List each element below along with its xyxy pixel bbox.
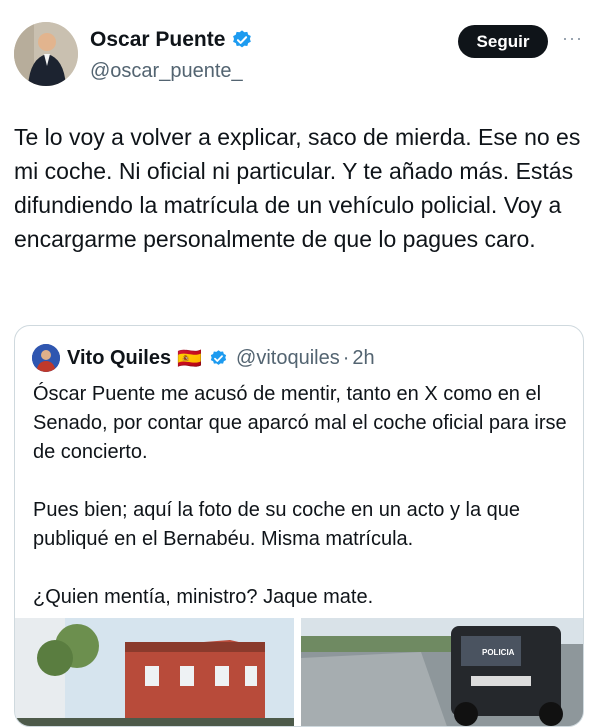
quoted-author-handle[interactable]: @vitoquiles: [236, 347, 340, 370]
separator-dot: ·: [342, 347, 350, 369]
quoted-paragraph: Óscar Puente me acusó de mentir, tanto e…: [33, 383, 567, 463]
quoted-paragraph: ¿Quien mentía, ministro? Jaque mate.: [33, 586, 374, 608]
more-icon[interactable]: ···: [562, 28, 583, 49]
quoted-tweet[interactable]: Vito Quiles 🇪🇸 @vitoquiles · 2h Óscar Pu…: [14, 325, 584, 727]
quoted-image-police-car[interactable]: POLICIA: [301, 618, 583, 726]
follow-button[interactable]: Seguir: [458, 25, 548, 58]
quoted-paragraph: Pues bien; aquí la foto de su coche en u…: [33, 499, 521, 550]
tweet-text: Te lo voy a volver a explicar, saco de m…: [14, 124, 581, 252]
avatar[interactable]: [14, 22, 78, 86]
quoted-author-name[interactable]: Vito Quiles: [67, 347, 171, 370]
quoted-timestamp[interactable]: 2h: [352, 347, 374, 370]
verified-badge-icon: [210, 350, 227, 365]
police-label: POLICIA: [482, 648, 515, 657]
quoted-tweet-text: Óscar Puente me acusó de mentir, tanto e…: [33, 380, 573, 641]
author-handle[interactable]: @oscar_puente_: [90, 60, 243, 83]
quoted-image-building[interactable]: [15, 618, 294, 726]
verified-badge-icon: [233, 30, 252, 48]
spain-flag-icon: 🇪🇸: [177, 348, 203, 370]
quoted-avatar[interactable]: [32, 344, 60, 372]
author-name[interactable]: Oscar Puente: [90, 28, 225, 52]
